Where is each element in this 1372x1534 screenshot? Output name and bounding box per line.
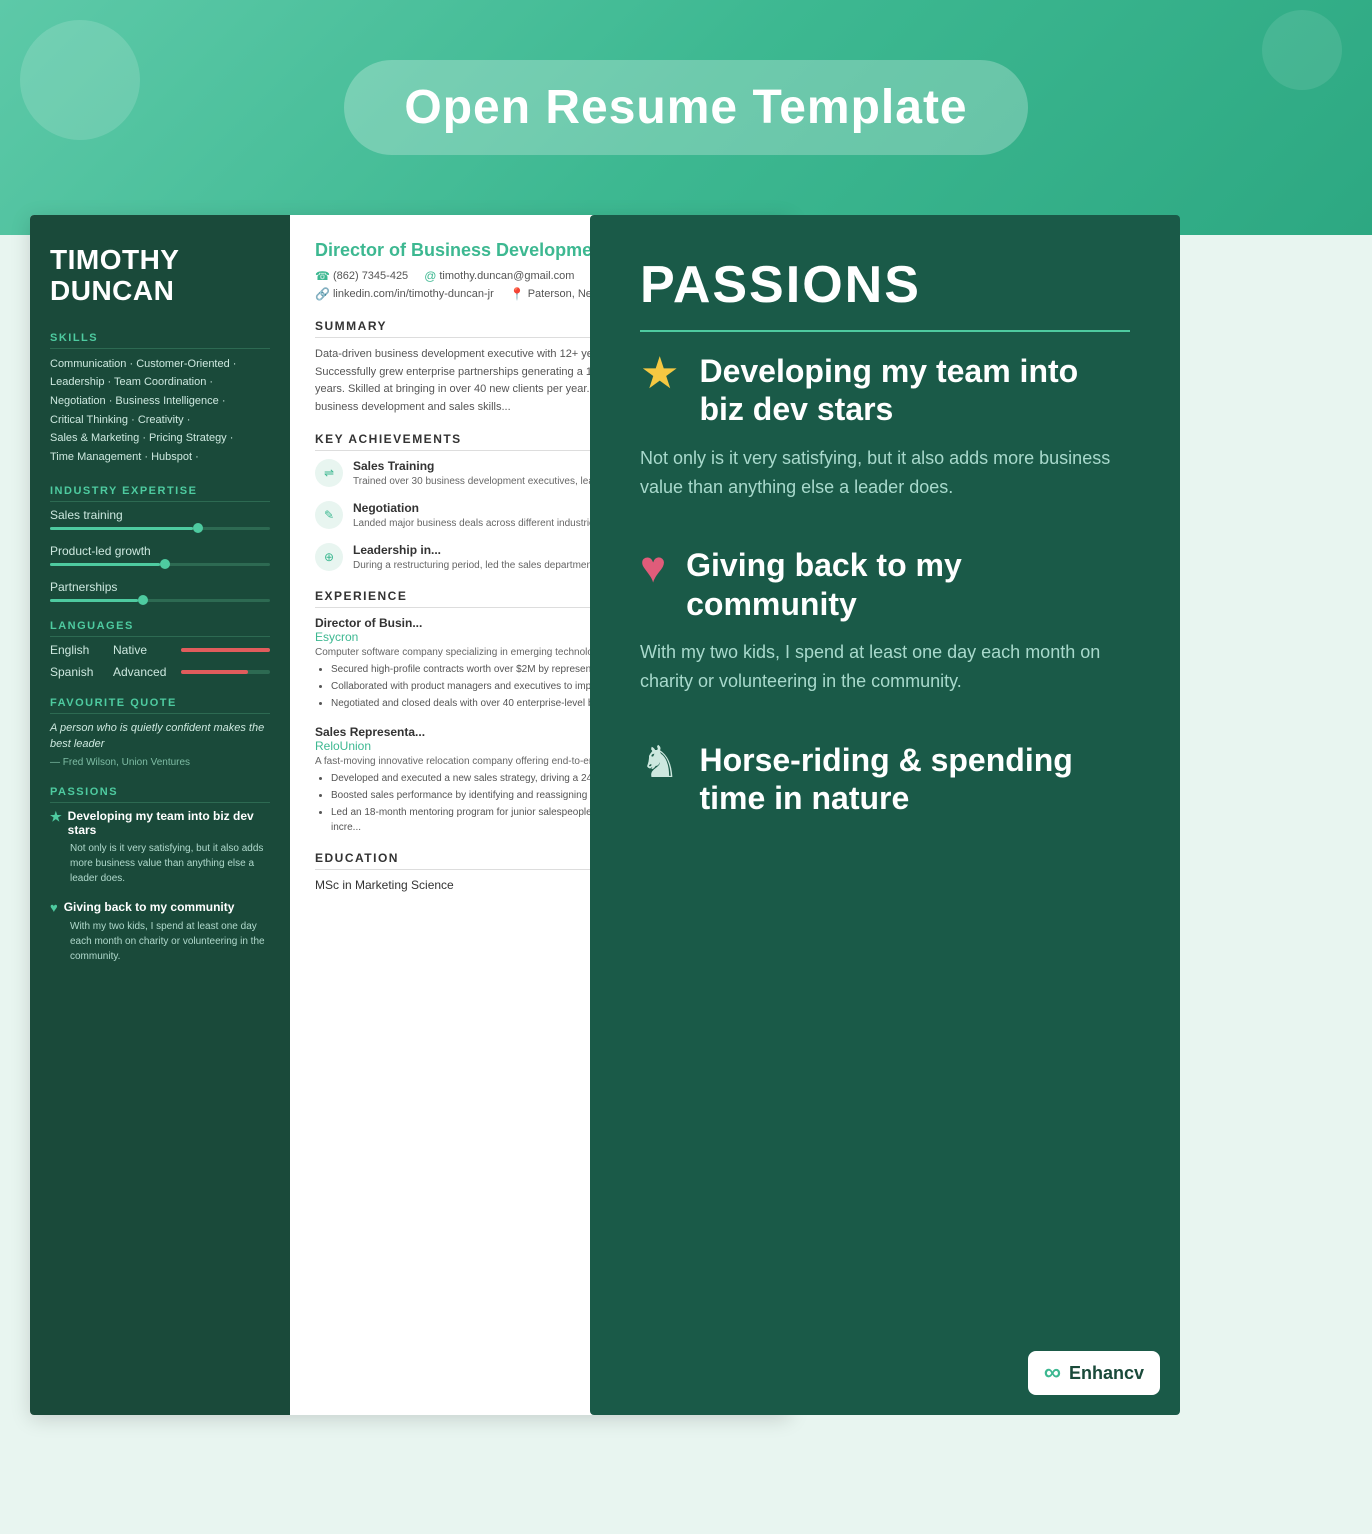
expertise-bar-dot-2 bbox=[160, 559, 170, 569]
languages-section-title: LANGUAGES bbox=[50, 620, 270, 637]
header-title-pill: Open Resume Template bbox=[344, 60, 1027, 155]
edu-degree-1: MSc in Marketing Science bbox=[315, 878, 454, 892]
passion-sidebar-desc-2: With my two kids, I spend at least one d… bbox=[50, 919, 270, 964]
enhancv-badge: ∞ Enhancv bbox=[1028, 1351, 1160, 1395]
achievement-title-2: Negotiation bbox=[353, 501, 629, 515]
achievement-title-3: Leadership in... bbox=[353, 543, 615, 557]
passions-panel: PASSIONS ★ Developing my team into biz d… bbox=[590, 215, 1180, 1415]
passion-big-title-1: Developing my team into biz dev stars bbox=[699, 352, 1130, 429]
passion-card-header-2: ♥ Giving back to my community bbox=[640, 546, 1130, 623]
expertise-item-3: Partnerships bbox=[50, 580, 270, 602]
expertise-bar-track-3 bbox=[50, 599, 270, 602]
location-icon: 📍 bbox=[510, 287, 525, 301]
enhancv-logo-icon: ∞ bbox=[1044, 1359, 1061, 1387]
deco-circle-tl bbox=[20, 20, 140, 140]
passion-big-title-2: Giving back to my community bbox=[686, 546, 1130, 623]
expertise-bar-track-2 bbox=[50, 563, 270, 566]
expertise-bar-track-1 bbox=[50, 527, 270, 530]
passion-card-1: ★ Developing my team into biz dev stars … bbox=[640, 352, 1130, 501]
passion-card-3: ♞ Horse-riding & spending time in nature bbox=[640, 741, 1130, 818]
passion-big-desc-2: With my two kids, I spend at least one d… bbox=[640, 638, 1130, 696]
lang-name-spanish: Spanish bbox=[50, 665, 105, 679]
quote-attribution: — Fred Wilson, Union Ventures bbox=[50, 757, 270, 768]
achievement-icon-1: ⇌ bbox=[315, 459, 343, 487]
page-title: Open Resume Template bbox=[404, 80, 967, 135]
achievement-desc-1: Trained over 30 business development exe… bbox=[353, 475, 602, 489]
passion-sidebar-title-1: ★ Developing my team into biz dev stars bbox=[50, 809, 270, 837]
passions-panel-title: PASSIONS bbox=[640, 255, 1130, 332]
main-content: TIMOTHY DUNCAN SKILLS Communication · Cu… bbox=[30, 215, 1342, 1415]
passion-big-desc-1: Not only is it very satisfying, but it a… bbox=[640, 444, 1130, 502]
expertise-bar-dot-3 bbox=[138, 595, 148, 605]
header-section: Open Resume Template bbox=[0, 0, 1372, 235]
expertise-item-2: Product-led growth bbox=[50, 544, 270, 566]
achievement-content-3: Leadership in... During a restructuring … bbox=[353, 543, 615, 573]
passion-big-title-3: Horse-riding & spending time in nature bbox=[699, 741, 1130, 818]
passion-sidebar-desc-1: Not only is it very satisfying, but it a… bbox=[50, 841, 270, 886]
achievement-icon-3: ⊕ bbox=[315, 543, 343, 571]
passion-big-icon-1: ★ bbox=[640, 352, 679, 396]
passion-sidebar-title-2: ♥ Giving back to my community bbox=[50, 900, 270, 915]
quote-text: A person who is quietly confident makes … bbox=[50, 720, 270, 753]
passions-section-title-sidebar: PASSIONS bbox=[50, 786, 270, 803]
passion-card-header-3: ♞ Horse-riding & spending time in nature bbox=[640, 741, 1130, 818]
resume-sidebar: TIMOTHY DUNCAN SKILLS Communication · Cu… bbox=[30, 215, 290, 1415]
quote-section-title: FAVOURITE QUOTE bbox=[50, 697, 270, 714]
lang-row-spanish: Spanish Advanced bbox=[50, 665, 270, 679]
lang-row-english: English Native bbox=[50, 643, 270, 657]
passion-sidebar-icon-1: ★ bbox=[50, 809, 62, 825]
candidate-name: TIMOTHY DUNCAN bbox=[50, 245, 270, 307]
lang-bar-fill-spanish bbox=[181, 670, 248, 674]
linkedin-icon: 🔗 bbox=[315, 287, 330, 301]
phone-icon: ☎ bbox=[315, 269, 330, 283]
expertise-bar-fill-2 bbox=[50, 563, 160, 566]
expertise-bar-fill-1 bbox=[50, 527, 193, 530]
achievement-desc-3: During a restructuring period, led the s… bbox=[353, 559, 615, 573]
contact-linkedin: 🔗 linkedin.com/in/timothy-duncan-jr bbox=[315, 287, 494, 301]
passion-sidebar-item-1: ★ Developing my team into biz dev stars … bbox=[50, 809, 270, 886]
contact-phone: ☎ (862) 7345-425 bbox=[315, 269, 408, 283]
skills-text: Communication · Customer-Oriented · Lead… bbox=[50, 355, 270, 467]
industry-section-title: INDUSTRY EXPERTISE bbox=[50, 485, 270, 502]
expertise-label-1: Sales training bbox=[50, 508, 270, 522]
passion-big-icon-3: ♞ bbox=[640, 741, 679, 785]
passion-big-icon-2: ♥ bbox=[640, 546, 666, 590]
lang-level-spanish: Advanced bbox=[113, 665, 173, 679]
passion-card-2: ♥ Giving back to my community With my tw… bbox=[640, 546, 1130, 695]
lang-bar-track-english bbox=[181, 648, 270, 652]
achievement-content-1: Sales Training Trained over 30 business … bbox=[353, 459, 602, 489]
passion-card-header-1: ★ Developing my team into biz dev stars bbox=[640, 352, 1130, 429]
achievement-content-2: Negotiation Landed major business deals … bbox=[353, 501, 629, 531]
expertise-bar-fill-3 bbox=[50, 599, 138, 602]
achievement-title-1: Sales Training bbox=[353, 459, 602, 473]
email-icon: @ bbox=[424, 269, 436, 283]
achievement-icon-2: ✎ bbox=[315, 501, 343, 529]
enhancv-name: Enhancv bbox=[1069, 1363, 1144, 1384]
expertise-label-3: Partnerships bbox=[50, 580, 270, 594]
expertise-item-1: Sales training bbox=[50, 508, 270, 530]
passion-sidebar-icon-2: ♥ bbox=[50, 900, 58, 915]
expertise-label-2: Product-led growth bbox=[50, 544, 270, 558]
lang-bar-fill-english bbox=[181, 648, 270, 652]
lang-bar-track-spanish bbox=[181, 670, 270, 674]
passion-sidebar-item-2: ♥ Giving back to my community With my tw… bbox=[50, 900, 270, 964]
lang-level-english: Native bbox=[113, 643, 173, 657]
deco-circle-tr bbox=[1262, 10, 1342, 90]
skills-section-title: SKILLS bbox=[50, 332, 270, 349]
lang-name-english: English bbox=[50, 643, 105, 657]
achievement-desc-2: Landed major business deals across diffe… bbox=[353, 517, 629, 531]
contact-email: @ timothy.duncan@gmail.com bbox=[424, 269, 574, 283]
expertise-bar-dot-1 bbox=[193, 523, 203, 533]
